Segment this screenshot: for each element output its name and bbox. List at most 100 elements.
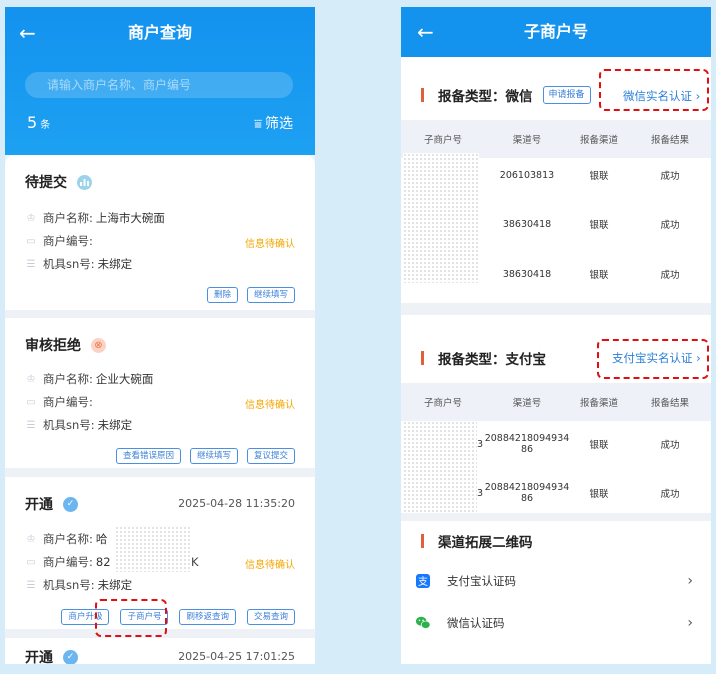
database-icon: ☰ xyxy=(26,419,36,431)
merchant-card[interactable]: 开通 ✓ 2025-04-25 17:01:25 xyxy=(5,638,315,664)
merchant-name: 上海市大碗面 xyxy=(95,211,165,225)
merchant-card[interactable]: 开通 ✓ 2025-04-28 11:35:20 ♔ 商户名称: 哈 ▭ 商户编号: 8… xyxy=(5,477,315,637)
merchant-name: 企业大碗面 xyxy=(95,372,154,386)
table-row: 206103813 银联 成功 xyxy=(401,158,711,192)
status-warning: 信息待确认 xyxy=(245,560,295,571)
chart-icon xyxy=(77,174,92,190)
field-label: 商户名称: xyxy=(43,372,93,386)
cell-channel: 银联 xyxy=(589,270,609,281)
channel-no-line: 86 xyxy=(520,444,534,455)
column-header: 报备渠道 xyxy=(579,135,618,146)
result-count: 5条 xyxy=(27,113,50,132)
table-row: 38630418 银联 成功 xyxy=(401,207,711,241)
alipay-qr-item[interactable]: 支 支付宝认证码 › xyxy=(401,565,711,597)
column-header: 报备渠道 xyxy=(579,398,618,409)
field-label: 机具sn号: xyxy=(43,418,95,432)
column-header: 子商户号 xyxy=(423,398,462,409)
continue-fill-button[interactable]: 继续填写 xyxy=(246,287,295,303)
qr-label: 支付宝认证码 xyxy=(447,574,516,588)
cell-channel: 银联 xyxy=(589,489,609,500)
field-label: 机具sn号: xyxy=(43,257,95,271)
merchant-no-line: ▭ 商户编号: xyxy=(25,393,96,411)
cell-channel: 银联 xyxy=(589,440,609,451)
status-title: 审核拒绝 xyxy=(25,338,81,354)
channel-no-line: 20884218094934 xyxy=(484,433,570,444)
field-label: 商户编号: xyxy=(43,395,93,409)
check-icon: ✓ xyxy=(63,496,78,512)
reject-icon: ⊗ xyxy=(91,337,106,353)
cell-result: 成功 xyxy=(660,440,680,451)
svg-text:支: 支 xyxy=(418,576,428,588)
rebate-query-button[interactable]: 刷移返查询 xyxy=(179,609,236,625)
sn-value: 未绑定 xyxy=(97,257,133,271)
column-header: 渠道号 xyxy=(512,398,542,409)
cell-sub-merchant: 3 xyxy=(476,487,483,499)
sn-line: ☰ 机具sn号: 未绑定 xyxy=(25,416,133,434)
cell-channel-no: 20884218094934 86 xyxy=(484,476,570,510)
id-card-icon: ▭ xyxy=(26,396,36,408)
highlight-box xyxy=(95,599,167,637)
table-row: 3 20884218094934 86 银联 成功 xyxy=(401,476,711,510)
section-accent xyxy=(421,351,424,365)
channel-no-line: 86 xyxy=(520,493,534,504)
status-title: 开通 xyxy=(25,497,53,513)
transaction-query-button[interactable]: 交易查询 xyxy=(246,609,295,625)
card-status-row: 待提交 xyxy=(25,171,92,193)
cell-sub-merchant xyxy=(401,207,485,241)
cell-channel-no: 20884218094934 86 xyxy=(484,427,570,461)
apply-report-button[interactable]: 申请报备 xyxy=(542,86,591,104)
chevron-right-icon: › xyxy=(687,573,693,589)
result-count-unit: 条 xyxy=(40,120,51,131)
highlight-box xyxy=(597,339,709,379)
channel-no-line: 20884218094934 xyxy=(484,482,570,493)
chevron-right-icon: › xyxy=(687,615,693,631)
sub-merchant-screen: ← 子商户号 报备类型：微信 申请报备 微信实名认证 › 子商户号 渠道号 报备… xyxy=(401,7,711,664)
wechat-section: 报备类型：微信 申请报备 微信实名认证 › 子商户号 渠道号 报备渠道 报备结果… xyxy=(401,57,711,303)
cell-result: 成功 xyxy=(660,489,680,500)
merchant-no-line: ▭ 商户编号: 82 xyxy=(25,553,111,571)
card-status-row: 开通 ✓ xyxy=(25,646,78,664)
reconsider-submit-button[interactable]: 复议提交 xyxy=(246,448,295,464)
filter-button[interactable]: ⩸ 筛选 xyxy=(254,113,293,133)
open-time: 2025-04-28 11:35:20 xyxy=(178,497,295,510)
shop-icon: ♔ xyxy=(26,212,36,224)
cell-channel: 银联 xyxy=(589,171,609,182)
section-title: 报备类型：微信 xyxy=(438,89,533,105)
table-row: 3 20884218094934 86 银联 成功 xyxy=(401,427,711,461)
merchant-card[interactable]: 待提交 ♔ 商户名称: 上海市大碗面 ▭ 商户编号: 信息待确认 ☰ 机具sn号: 未绑定… xyxy=(5,155,315,310)
filter-icon: ⩸ xyxy=(254,117,262,132)
column-header: 报备结果 xyxy=(650,398,689,409)
column-header: 渠道号 xyxy=(512,135,542,146)
search-input[interactable] xyxy=(25,72,293,98)
continue-fill-button[interactable]: 继续填写 xyxy=(189,448,238,464)
delete-button[interactable]: 删除 xyxy=(206,287,238,303)
card-status-row: 审核拒绝 ⊗ xyxy=(25,334,106,356)
result-count-number: 5 xyxy=(27,113,38,132)
highlight-box xyxy=(599,69,709,111)
view-error-reason-button[interactable]: 查看错误原因 xyxy=(115,448,181,464)
privacy-mask xyxy=(115,526,191,572)
cell-channel-no: 38630418 xyxy=(502,268,552,280)
card-actions: 删除 继续填写 xyxy=(206,287,295,303)
section-title: 报备类型：支付宝 xyxy=(438,352,546,368)
merchant-no-tail: K xyxy=(191,555,199,569)
alipay-icon: 支 xyxy=(415,573,431,589)
status-warning: 信息待确认 xyxy=(245,239,295,250)
database-icon: ☰ xyxy=(26,579,36,591)
page-title: 子商户号 xyxy=(523,22,588,41)
merchant-no: 82 xyxy=(95,555,111,569)
status-title: 待提交 xyxy=(25,175,67,191)
cell-channel-no: 206103813 xyxy=(499,169,555,181)
merchant-query-screen: ← 商户查询 5条 ⩸筛选 待提交 ♔商户名称:上海市大碗面 ▭商户编号: 信息… xyxy=(5,7,315,664)
filter-label: 筛选 xyxy=(265,116,293,132)
section-title: 渠道拓展二维码 xyxy=(438,535,533,551)
sn-value: 未绑定 xyxy=(97,578,133,592)
field-label: 商户编号: xyxy=(43,555,93,569)
wechat-qr-item[interactable]: 微信认证码 › xyxy=(401,607,711,639)
merchant-card[interactable]: 审核拒绝 ⊗ ♔ 商户名称: 企业大碗面 ▭ 商户编号: 信息待确认 ☰ 机具sn号: 未… xyxy=(5,318,315,468)
status-title: 开通 xyxy=(25,650,53,664)
merchant-name-line: ♔ 商户名称: 哈 xyxy=(25,530,108,548)
id-card-icon: ▭ xyxy=(26,556,36,568)
check-icon: ✓ xyxy=(63,649,78,664)
column-header: 报备结果 xyxy=(650,135,689,146)
